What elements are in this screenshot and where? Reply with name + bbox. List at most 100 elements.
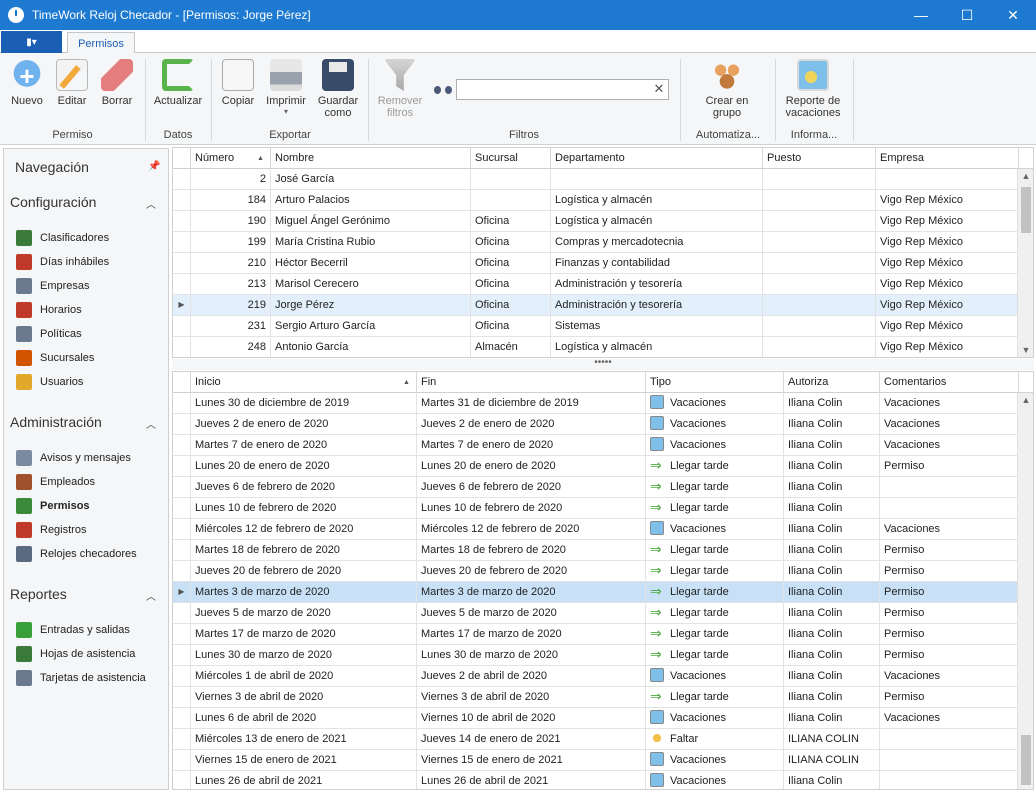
- column-header-tipo[interactable]: Tipo: [646, 372, 784, 393]
- tab-permisos[interactable]: Permisos: [67, 32, 135, 54]
- copy-button[interactable]: Copiar: [214, 57, 262, 107]
- table-row[interactable]: Miércoles 13 de enero de 2021 Jueves 14 d…: [173, 729, 1019, 750]
- employees-scrollbar[interactable]: ▲ ▼: [1017, 169, 1033, 357]
- cell-fin: Viernes 3 de abril de 2020: [417, 687, 646, 708]
- vacation-report-button[interactable]: Reporte de vacaciones: [781, 57, 845, 119]
- sidebar-item-empleados[interactable]: Empleados: [16, 473, 95, 491]
- minimize-button[interactable]: —: [898, 0, 944, 30]
- scroll-up-icon[interactable]: ▲: [1018, 395, 1033, 405]
- new-button[interactable]: Nuevo: [3, 57, 51, 107]
- table-row[interactable]: Miércoles 1 de abril de 2020 Jueves 2 de …: [173, 666, 1019, 687]
- table-row[interactable]: ▶ 219 Jorge Pérez Oficina Administración y t…: [173, 295, 1019, 316]
- sidebar-item-avisos-y-mensajes[interactable]: Avisos y mensajes: [16, 449, 131, 467]
- cell-comentarios: Vacaciones: [880, 414, 1019, 435]
- sidebar-item-hojas-de-asistencia[interactable]: Hojas de asistencia: [16, 645, 135, 663]
- save-as-button[interactable]: Guardar como: [314, 57, 362, 119]
- sidebar-item-label: Tarjetas de asistencia: [40, 672, 146, 684]
- save-label-line2: como: [324, 107, 352, 119]
- clear-search-icon[interactable]: ✕: [652, 81, 666, 97]
- column-header-autoriza[interactable]: Autoriza: [784, 372, 880, 393]
- sidebar-item-label: Días inhábiles: [40, 256, 110, 268]
- scroll-thumb[interactable]: [1021, 735, 1031, 785]
- grid-splitter[interactable]: •••••: [172, 358, 1034, 370]
- scroll-up-icon[interactable]: ▲: [1018, 171, 1033, 181]
- table-row[interactable]: 190 Miguel Ángel Gerónimo Oficina Logística…: [173, 211, 1019, 232]
- nav-section-reportes[interactable]: Reportes: [10, 586, 67, 602]
- type-label: Llegar tarde: [670, 607, 729, 619]
- table-row[interactable]: Lunes 10 de febrero de 2020 Lunes 10 de f…: [173, 498, 1019, 519]
- binoculars-icon[interactable]: [434, 84, 452, 96]
- edit-button[interactable]: Editar: [48, 57, 96, 107]
- cell-inicio: Miércoles 12 de febrero de 2020: [191, 519, 417, 540]
- edit-icon: [56, 59, 88, 91]
- table-row[interactable]: Viernes 15 de enero de 2021 Viernes 15 de…: [173, 750, 1019, 771]
- table-row[interactable]: Jueves 6 de febrero de 2020 Jueves 6 de f…: [173, 477, 1019, 498]
- table-row[interactable]: ▶ Martes 3 de marzo de 2020 Martes 3 de ma…: [173, 582, 1019, 603]
- table-row[interactable]: Martes 18 de febrero de 2020 Martes 18 de…: [173, 540, 1019, 561]
- delete-button[interactable]: Borrar: [93, 57, 141, 107]
- sidebar-item-empresas[interactable]: Empresas: [16, 277, 90, 295]
- refresh-button[interactable]: Actualizar: [150, 57, 206, 107]
- column-header-empresa[interactable]: Empresa: [876, 148, 1019, 169]
- permisos-icon: [16, 498, 32, 514]
- sidebar-item-politicas[interactable]: Políticas: [16, 325, 82, 343]
- search-input[interactable]: [456, 79, 669, 100]
- column-header-sucursal[interactable]: Sucursal: [471, 148, 551, 169]
- sidebar-item-tarjetas-de-asistencia[interactable]: Tarjetas de asistencia: [16, 669, 146, 687]
- table-row[interactable]: Lunes 30 de marzo de 2020 Lunes 30 de mar…: [173, 645, 1019, 666]
- scroll-down-icon[interactable]: ▼: [1018, 345, 1033, 355]
- create-group-button[interactable]: Crear en grupo: [697, 57, 757, 119]
- column-header-comentarios[interactable]: Comentarios: [880, 372, 1019, 393]
- table-row[interactable]: Martes 17 de marzo de 2020 Martes 17 de m…: [173, 624, 1019, 645]
- vacation-report-label-line1: Reporte de: [785, 95, 841, 107]
- chevron-up-icon[interactable]: ︿: [146, 588, 156, 603]
- close-button[interactable]: ✕: [990, 0, 1036, 30]
- column-header-inicio[interactable]: Inicio: [191, 372, 417, 393]
- column-header-fin[interactable]: Fin: [417, 372, 646, 393]
- sidebar-item-horarios[interactable]: Horarios: [16, 301, 82, 319]
- table-row[interactable]: Lunes 26 de abril de 2021 Lunes 26 de abr…: [173, 771, 1019, 789]
- table-row[interactable]: Viernes 3 de abril de 2020 Viernes 3 de a…: [173, 687, 1019, 708]
- table-row[interactable]: 213 Marisol Cerecero Oficina Administración…: [173, 274, 1019, 295]
- table-row[interactable]: Miércoles 12 de febrero de 2020 Miércoles…: [173, 519, 1019, 540]
- print-button[interactable]: Imprimir ▾: [262, 57, 310, 116]
- table-row[interactable]: 210 Héctor Becerril Oficina Finanzas y cont…: [173, 253, 1019, 274]
- sidebar-item-clasificadores[interactable]: Clasificadores: [16, 229, 109, 247]
- nav-section-configuracion[interactable]: Configuración: [10, 194, 96, 210]
- column-header-puesto[interactable]: Puesto: [763, 148, 876, 169]
- app-menu-button[interactable]: ▮▾: [1, 31, 62, 53]
- table-row[interactable]: Jueves 20 de febrero de 2020 Jueves 20 de…: [173, 561, 1019, 582]
- nav-section-administracion[interactable]: Administración: [10, 414, 102, 430]
- sidebar-item-permisos[interactable]: Permisos: [16, 497, 90, 515]
- cell-departamento: Compras y mercadotecnia: [551, 232, 763, 253]
- table-row[interactable]: Martes 7 de enero de 2020 Martes 7 de ene…: [173, 435, 1019, 456]
- maximize-button[interactable]: ☐: [944, 0, 990, 30]
- column-header-nombre[interactable]: Nombre: [271, 148, 471, 169]
- cell-sucursal: Oficina: [471, 232, 551, 253]
- table-row[interactable]: 2 José García: [173, 169, 1019, 190]
- row-indicator: ▶: [173, 295, 191, 316]
- chevron-up-icon[interactable]: ︿: [146, 196, 156, 211]
- table-row[interactable]: Lunes 30 de diciembre de 2019 Martes 31 d…: [173, 393, 1019, 414]
- permissions-scrollbar[interactable]: ▲: [1017, 393, 1033, 789]
- sidebar-item-entradas-y-salidas[interactable]: Entradas y salidas: [16, 621, 130, 639]
- table-row[interactable]: Jueves 5 de marzo de 2020 Jueves 5 de mar…: [173, 603, 1019, 624]
- sidebar-item-relojes-checadores[interactable]: Relojes checadores: [16, 545, 137, 563]
- sidebar-item-registros[interactable]: Registros: [16, 521, 86, 539]
- sidebar-item-dias-inhabiles[interactable]: Días inhábiles: [16, 253, 109, 271]
- table-row[interactable]: 199 María Cristina Rubio Oficina Compras y …: [173, 232, 1019, 253]
- table-row[interactable]: Lunes 20 de enero de 2020 Lunes 20 de ene…: [173, 456, 1019, 477]
- column-header-departamento[interactable]: Departamento: [551, 148, 763, 169]
- cell-comentarios: Permiso: [880, 456, 1019, 477]
- pin-icon[interactable]: 📌: [148, 161, 160, 172]
- table-row[interactable]: Lunes 6 de abril de 2020 Viernes 10 de ab…: [173, 708, 1019, 729]
- sidebar-item-usuarios[interactable]: Usuarios: [16, 373, 83, 391]
- table-row[interactable]: 248 Antonio García Almacén Logística y alma…: [173, 337, 1019, 357]
- table-row[interactable]: 184 Arturo Palacios Logística y almacén Vig…: [173, 190, 1019, 211]
- table-row[interactable]: 231 Sergio Arturo García Oficina Sistemas Vi…: [173, 316, 1019, 337]
- table-row[interactable]: Jueves 2 de enero de 2020 Jueves 2 de ene…: [173, 414, 1019, 435]
- scroll-thumb[interactable]: [1021, 187, 1031, 233]
- sidebar-item-sucursales[interactable]: Sucursales: [16, 349, 94, 367]
- chevron-up-icon[interactable]: ︿: [146, 416, 156, 431]
- remove-filters-button[interactable]: Remover filtros: [376, 57, 424, 119]
